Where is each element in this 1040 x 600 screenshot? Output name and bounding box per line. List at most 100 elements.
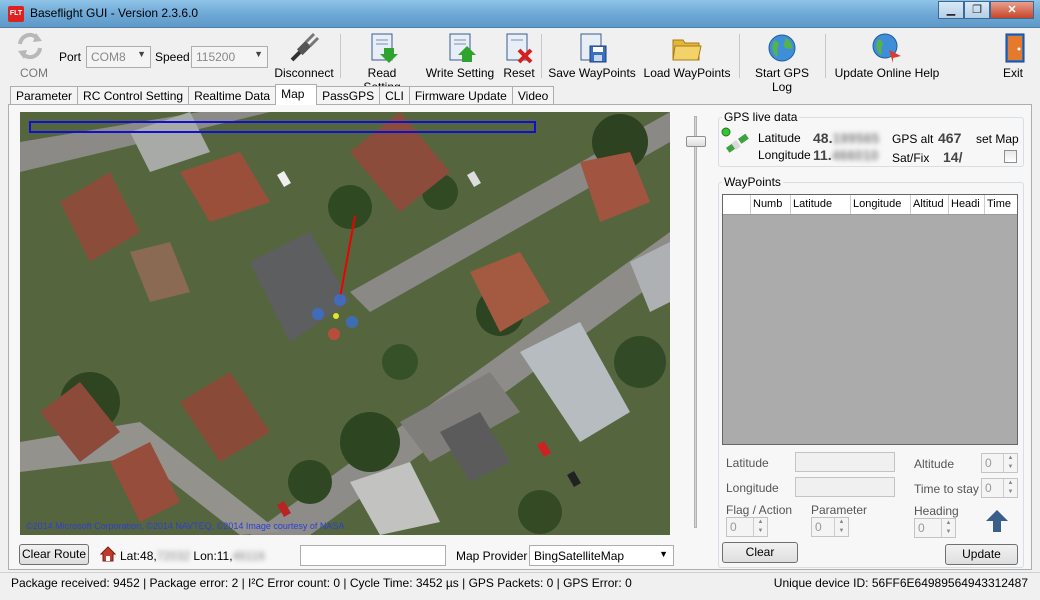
zoom-slider-track[interactable] bbox=[694, 116, 697, 528]
write-setting-button[interactable]: Write Setting bbox=[424, 32, 496, 80]
speed-label: Speed bbox=[155, 50, 190, 64]
zoom-slider-thumb[interactable] bbox=[686, 136, 706, 147]
load-waypoints-button[interactable]: Load WayPoints bbox=[642, 32, 732, 80]
gps-alt-label: GPS alt bbox=[892, 132, 934, 146]
grid-col-number[interactable]: Numb bbox=[751, 195, 791, 214]
wp-heading-stepper[interactable]: 0 ▲ ▼ bbox=[914, 518, 956, 538]
toolbar-separator bbox=[739, 34, 740, 78]
update-online-help-button[interactable]: Update Online Help bbox=[832, 32, 942, 80]
grid-col-time[interactable]: Time bbox=[985, 195, 1017, 214]
wp-flag-action-stepper[interactable]: 0 ▲ ▼ bbox=[726, 517, 768, 537]
wp-flag-action-label: Flag / Action bbox=[726, 503, 793, 517]
gps-live-data-title: GPS live data bbox=[722, 110, 800, 124]
wp-parameter-stepper[interactable]: 0 ▲ ▼ bbox=[811, 517, 849, 537]
wp-longitude-label: Longitude bbox=[726, 481, 779, 495]
wp-latitude-input[interactable] bbox=[795, 452, 895, 472]
port-label: Port bbox=[59, 50, 82, 64]
save-waypoints-button[interactable]: Save WayPoints bbox=[548, 32, 636, 80]
wp-altitude-label: Altitude bbox=[914, 457, 955, 471]
sat-fix-label: Sat/Fix bbox=[892, 151, 930, 165]
gps-latitude-label: Latitude bbox=[758, 131, 801, 145]
gps-longitude-label: Longitude bbox=[758, 148, 811, 162]
satellite-map[interactable]: ©2014 Microsoft Corporation, ©2014 NAVTE… bbox=[20, 112, 670, 535]
disconnect-label: Disconnect bbox=[274, 66, 334, 80]
globe-icon bbox=[766, 32, 798, 64]
tab-map[interactable]: Map bbox=[275, 84, 318, 105]
map-provider-select[interactable]: BingSatelliteMap ▼ bbox=[529, 545, 674, 566]
wp-time-to-stay-stepper[interactable]: 0 ▲ ▼ bbox=[981, 478, 1018, 498]
tab-video[interactable]: Video bbox=[511, 86, 555, 105]
window-title: Baseflight GUI - Version 2.3.6.0 bbox=[30, 6, 199, 20]
up-arrow-icon[interactable] bbox=[984, 508, 1010, 537]
start-gps-log-button[interactable]: Start GPS Log bbox=[745, 32, 819, 94]
tab-rc-control-setting[interactable]: RC Control Setting bbox=[77, 86, 190, 105]
home-icon bbox=[99, 546, 117, 562]
grid-col-longitude[interactable]: Longitude bbox=[851, 195, 911, 214]
com-refresh-button[interactable] bbox=[14, 30, 46, 64]
reset-label: Reset bbox=[503, 66, 535, 80]
grid-col-heading[interactable]: Headi bbox=[949, 195, 985, 214]
status-bar: Package received: 9452 | Package error: … bbox=[0, 572, 1040, 600]
maximize-button[interactable]: ❐ bbox=[964, 1, 990, 19]
save-disk-icon bbox=[576, 32, 608, 64]
waypoints-grid[interactable]: Numb Latitude Longitude Altitud Headi Ti… bbox=[722, 194, 1018, 445]
gps-longitude-value: 11.466010 bbox=[813, 147, 879, 163]
map-provider-label: Map Provider bbox=[456, 549, 528, 563]
exit-label: Exit bbox=[1002, 66, 1023, 80]
tab-cli[interactable]: CLI bbox=[379, 86, 410, 105]
com-label: COM bbox=[20, 66, 48, 80]
satellite-icon bbox=[721, 127, 753, 162]
wp-heading-label: Heading bbox=[914, 504, 959, 518]
update-waypoints-button[interactable]: Update bbox=[945, 544, 1018, 565]
wp-time-to-stay-label: Time to stay bbox=[914, 482, 979, 496]
exit-door-icon bbox=[998, 32, 1030, 64]
gps-alt-value: 467 bbox=[938, 130, 962, 146]
wp-latitude-label: Latitude bbox=[726, 456, 769, 470]
map-search-input[interactable] bbox=[300, 545, 446, 566]
read-document-icon bbox=[366, 32, 398, 64]
toolbar: COM Port COM8 ▼ Speed 115200 ▼ Disconnect … bbox=[8, 28, 1032, 94]
app-icon: FLT bbox=[8, 6, 24, 22]
tab-firmware-update[interactable]: Firmware Update bbox=[408, 86, 513, 105]
port-select[interactable]: COM8 ▼ bbox=[86, 46, 151, 68]
grid-col-selector[interactable] bbox=[723, 195, 751, 214]
set-map-checkbox[interactable] bbox=[1004, 150, 1017, 163]
wp-parameter-label: Parameter bbox=[811, 503, 868, 517]
globe-update-icon bbox=[871, 32, 903, 64]
waypoints-title: WayPoints bbox=[722, 175, 783, 189]
close-button[interactable]: ✕ bbox=[990, 1, 1034, 19]
map-imagery bbox=[20, 112, 670, 535]
update-online-help-label: Update Online Help bbox=[834, 66, 940, 80]
refresh-icon bbox=[14, 30, 46, 62]
minimize-button[interactable]: ▁ bbox=[938, 1, 964, 19]
wp-altitude-stepper[interactable]: 0 ▲ ▼ bbox=[981, 453, 1018, 473]
reset-button[interactable]: Reset bbox=[502, 32, 536, 80]
title-bar: FLT Baseflight GUI - Version 2.3.6.0 ▁ ❐… bbox=[0, 0, 1040, 28]
toolbar-separator bbox=[825, 34, 826, 78]
grid-col-altitude[interactable]: Altitud bbox=[911, 195, 949, 214]
chevron-down-icon: ▼ bbox=[659, 549, 668, 559]
wp-longitude-input[interactable] bbox=[795, 477, 895, 497]
read-setting-button[interactable]: Read Setting bbox=[348, 32, 416, 94]
write-setting-label: Write Setting bbox=[425, 66, 495, 80]
unique-device-id: Unique device ID: 56FF6E6498956494331248… bbox=[773, 576, 1028, 590]
disconnect-plug-icon bbox=[288, 32, 320, 64]
status-counters: Package received: 9452 | Package error: … bbox=[11, 576, 632, 590]
set-map-label: set Map bbox=[976, 132, 1019, 146]
grid-col-latitude[interactable]: Latitude bbox=[791, 195, 851, 214]
tab-strip: Parameter RC Control Setting Realtime Da… bbox=[10, 84, 555, 105]
tab-parameter[interactable]: Parameter bbox=[10, 86, 79, 105]
clear-waypoints-button[interactable]: Clear bbox=[722, 542, 798, 563]
disconnect-button[interactable]: Disconnect bbox=[273, 32, 335, 80]
home-coordinates: Lat:48,72032 Lon:11,46116 bbox=[120, 549, 266, 563]
speed-select[interactable]: 115200 ▼ bbox=[191, 46, 268, 68]
tab-passgps[interactable]: PassGPS bbox=[316, 86, 381, 105]
waypoints-grid-header: Numb Latitude Longitude Altitud Headi Ti… bbox=[723, 195, 1017, 215]
write-document-icon bbox=[444, 32, 476, 64]
tab-realtime-data[interactable]: Realtime Data bbox=[188, 86, 277, 105]
clear-route-button[interactable]: Clear Route bbox=[19, 544, 89, 565]
start-gps-log-label: Start GPS Log bbox=[754, 66, 810, 94]
toolbar-separator bbox=[340, 34, 341, 78]
exit-button[interactable]: Exit bbox=[998, 32, 1028, 80]
load-waypoints-label: Load WayPoints bbox=[643, 66, 731, 80]
